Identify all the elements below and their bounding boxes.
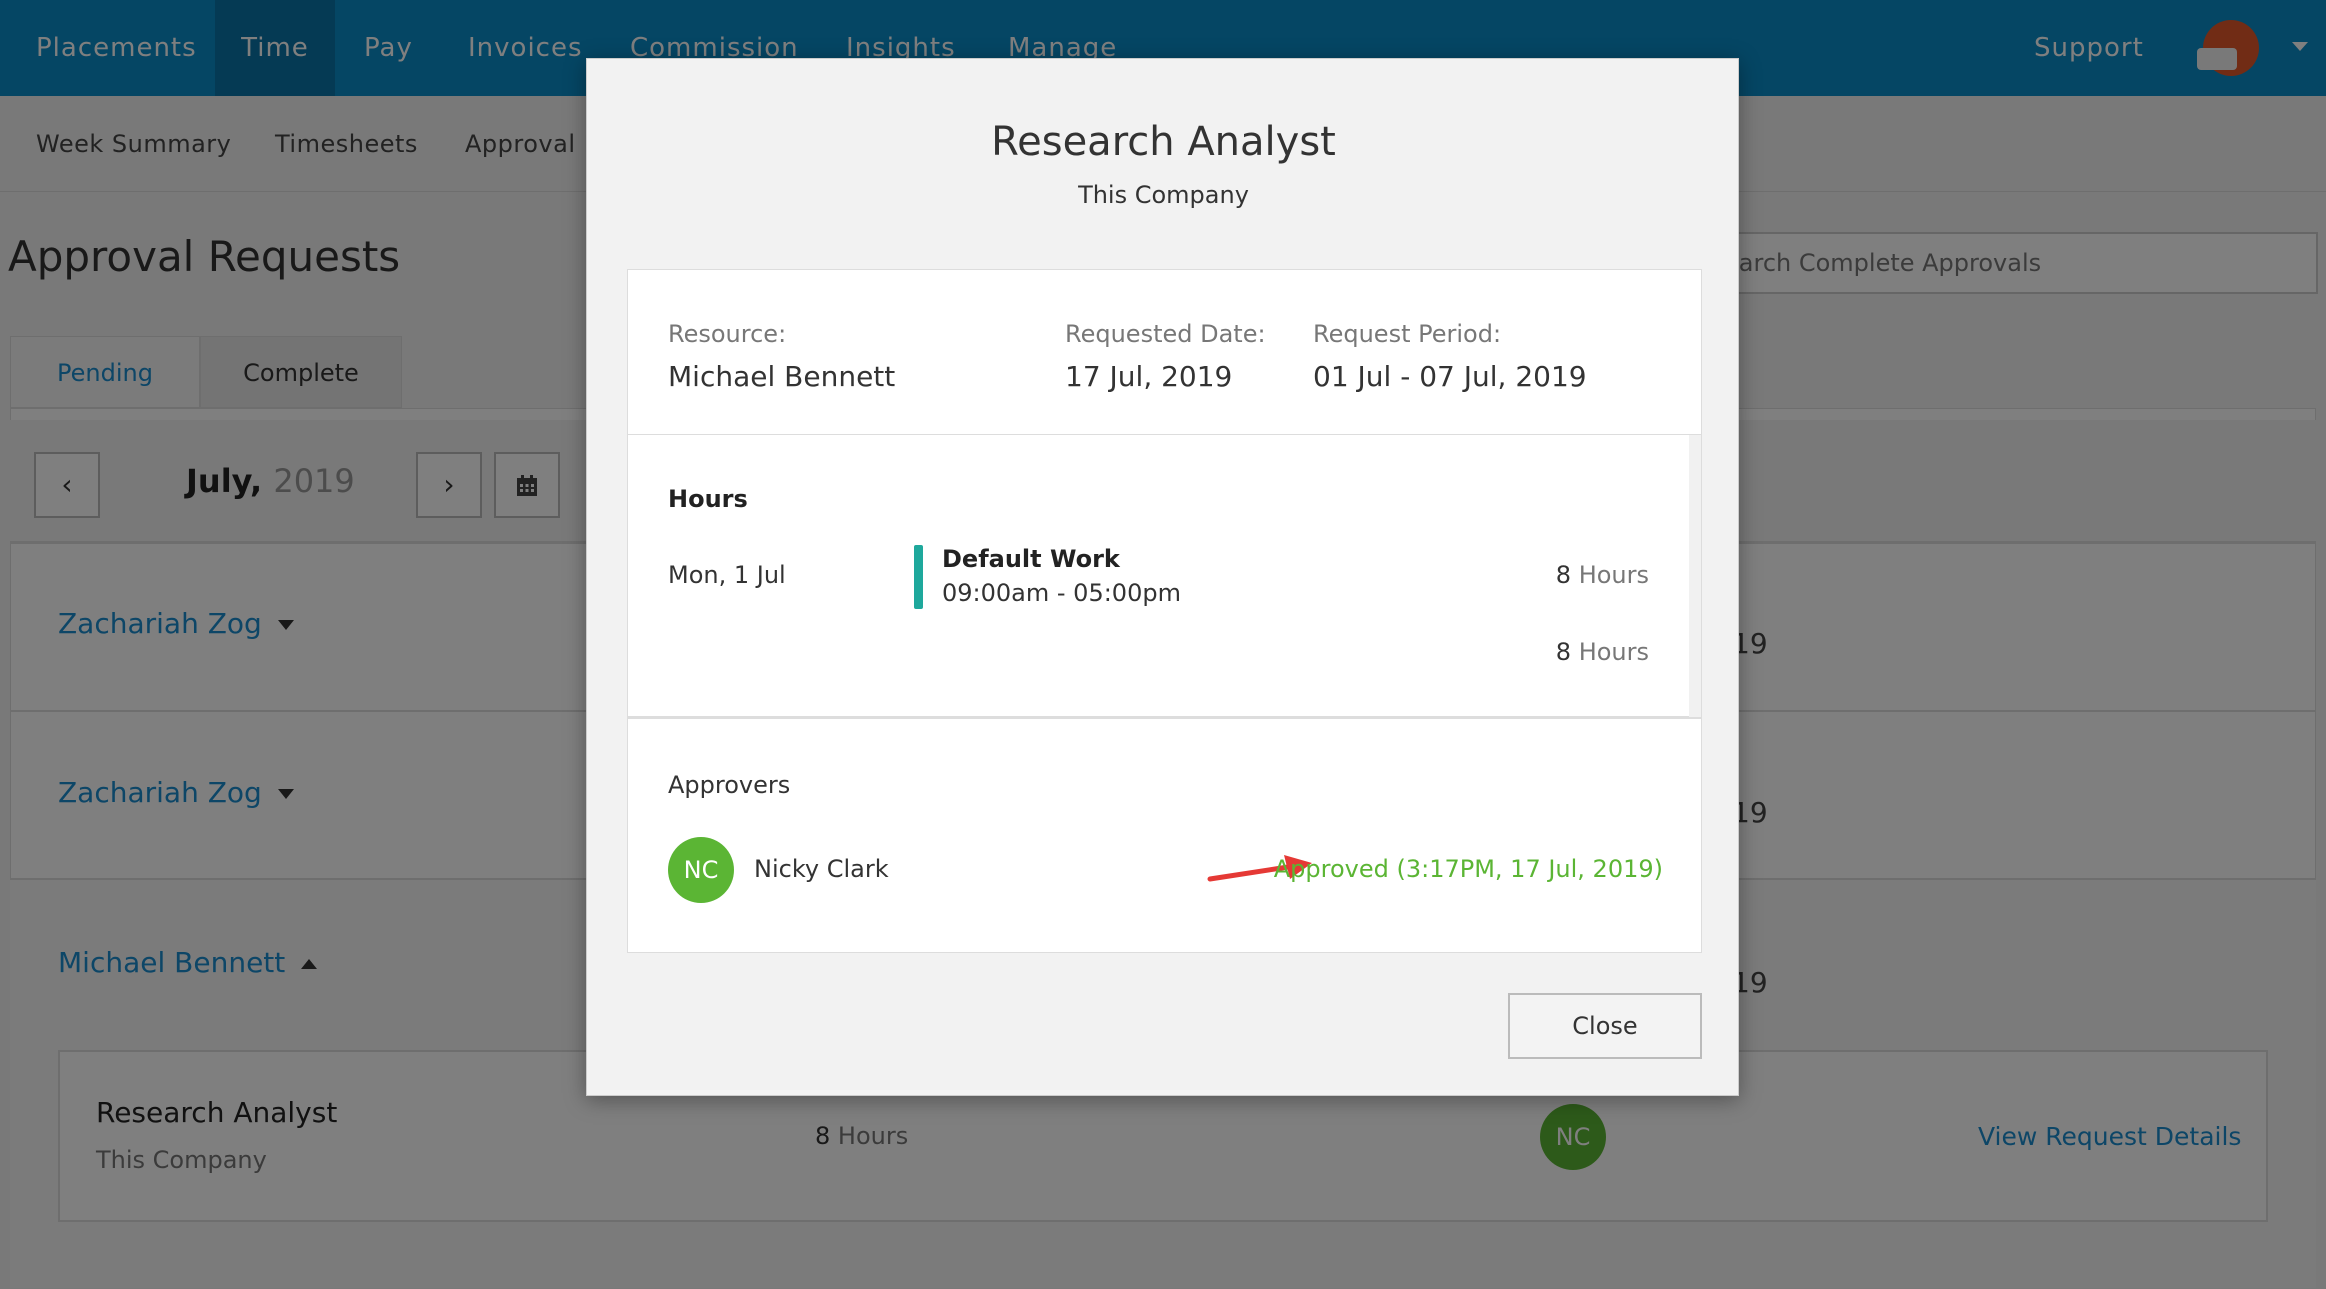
hours-panel: Hours Mon, 1 Jul Default Work 09:00am - … xyxy=(627,435,1702,717)
hours-heading: Hours xyxy=(668,485,748,513)
approver-name: Nicky Clark xyxy=(754,855,889,883)
request-period-label: Request Period: xyxy=(1313,320,1502,348)
hours-scrollbar[interactable] xyxy=(1689,435,1701,717)
entry-day: Mon, 1 Jul xyxy=(668,561,786,589)
requested-date-label: Requested Date: xyxy=(1065,320,1266,348)
request-details-modal: Research Analyst This Company Resource: … xyxy=(586,58,1739,1096)
approvers-panel: Approvers NC Nicky Clark Approved (3:17P… xyxy=(627,717,1702,953)
modal-company: This Company xyxy=(1078,181,1249,209)
request-period-value: 01 Jul - 07 Jul, 2019 xyxy=(1313,360,1587,393)
resource-label: Resource: xyxy=(668,320,787,348)
approver-avatar: NC xyxy=(668,837,734,903)
entry-work-type: Default Work xyxy=(942,545,1120,573)
requested-date-value: 17 Jul, 2019 xyxy=(1065,360,1233,393)
entry-hours: 8 Hours xyxy=(1555,561,1649,589)
close-button[interactable]: Close xyxy=(1508,993,1702,1059)
total-hours: 8 Hours xyxy=(1555,638,1649,666)
approvers-heading: Approvers xyxy=(668,771,791,799)
request-info-panel: Resource: Michael Bennett Requested Date… xyxy=(627,269,1702,435)
approval-status: Approved (3:17PM, 17 Jul, 2019) xyxy=(1273,855,1663,883)
resource-value: Michael Bennett xyxy=(668,360,896,393)
modal-title: Research Analyst xyxy=(991,119,1336,165)
work-type-color-bar xyxy=(914,545,923,609)
entry-time-range: 09:00am - 05:00pm xyxy=(942,579,1181,607)
